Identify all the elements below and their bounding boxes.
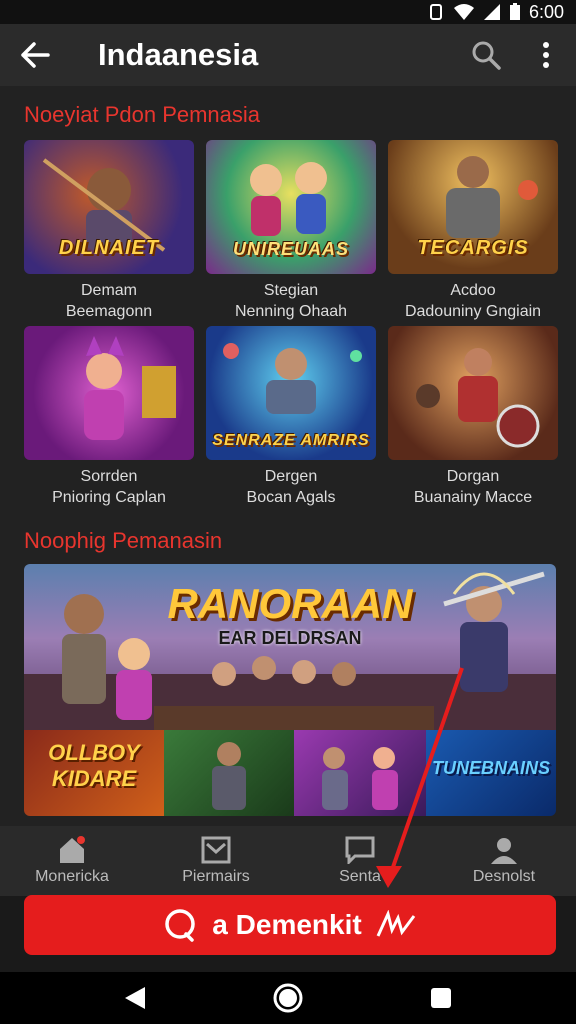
- game-card[interactable]: TECARGIS Acdoo Dadouniny Gngiain: [388, 140, 558, 322]
- game-title: Demam: [80, 282, 137, 299]
- app-bar: Indaanesia: [0, 24, 576, 86]
- game-title: Acdoo: [450, 282, 496, 299]
- system-navigation-bar: [0, 972, 576, 1024]
- chat-icon: [345, 836, 375, 864]
- game-subtitle: Dadouniny Gngiain: [404, 303, 542, 320]
- game-subtitle: Buanainy Macce: [413, 489, 533, 506]
- nav-label: Piermairs: [182, 868, 250, 885]
- signal-icon: [483, 4, 500, 20]
- banner-tile-warrior[interactable]: [164, 730, 294, 816]
- game-card[interactable]: UNIREUAAS Stegian Nenning Ohaah: [206, 140, 376, 322]
- status-time: 6:00: [528, 1, 564, 22]
- game-thumbnail: [388, 326, 558, 460]
- recents-square-icon[interactable]: [429, 986, 453, 1010]
- game-title: Sorrden: [80, 468, 138, 485]
- game-caption: Stegian Nenning Ohaah: [206, 280, 376, 322]
- more-vert-icon: [543, 42, 549, 68]
- game-logo: TECARGIS: [417, 237, 529, 259]
- game-caption: Acdoo Dadouniny Gngiain: [388, 280, 558, 322]
- game-thumbnail: DILNAIET: [24, 140, 194, 274]
- nav-item-profile[interactable]: Desnolst: [432, 826, 576, 896]
- nav-label: Monericka: [35, 868, 109, 885]
- game-title: Stegian: [263, 282, 319, 299]
- banner-tile-left-label: OLLBOY KIDARE: [48, 740, 140, 791]
- signature-icon: [376, 910, 415, 937]
- nav-item-home[interactable]: Monericka: [0, 826, 144, 896]
- home-circle-icon[interactable]: [272, 982, 304, 1014]
- arrow-left-icon: [21, 42, 50, 68]
- game-caption: Dergen Bocan Agals: [206, 466, 376, 508]
- game-card[interactable]: Sorrden Pnioring Caplan: [24, 326, 194, 508]
- game-thumbnail: SENRAZE AMRIRS: [206, 326, 376, 460]
- character-art: [84, 336, 176, 440]
- game-logo: UNIREUAAS: [232, 239, 349, 259]
- game-thumbnail: UNIREUAAS: [206, 140, 376, 274]
- page-title: Indaanesia: [98, 37, 259, 72]
- banner-tile-right-label: TUNEBNAINS: [431, 758, 550, 778]
- game-logo: SENRAZE AMRIRS: [212, 432, 370, 449]
- game-subtitle: Beemagonn: [65, 303, 153, 320]
- game-caption: Dorgan Buanainy Macce: [388, 466, 558, 508]
- heroes-art: [322, 747, 398, 810]
- character-art: [416, 348, 540, 448]
- back-button[interactable]: [0, 24, 70, 86]
- game-title: Dorgan: [446, 468, 500, 485]
- profile-icon: [491, 838, 517, 864]
- nav-label: Senta: [339, 868, 381, 885]
- nav-label: Desnolst: [472, 868, 536, 885]
- game-subtitle: Nenning Ohaah: [234, 303, 348, 320]
- section-title-popular: Noeyiat Pdon Pemnasia: [24, 102, 261, 127]
- game-subtitle: Pnioring Caplan: [52, 489, 166, 506]
- warrior-art: [212, 742, 246, 810]
- banner-tile-heroes[interactable]: [294, 730, 426, 816]
- game-card[interactable]: SENRAZE AMRIRS Dergen Bocan Agals: [206, 326, 376, 508]
- search-button[interactable]: [456, 24, 516, 86]
- more-options-button[interactable]: [516, 24, 576, 86]
- wifi-icon: [453, 4, 474, 20]
- inbox-icon: [201, 836, 231, 864]
- vibrate-icon: [429, 4, 442, 20]
- banner-subtitle: EAR DELDRSAN: [218, 628, 362, 648]
- banner-title: RANORAAN: [167, 580, 413, 627]
- primary-action-label: a Demenkit: [212, 909, 362, 940]
- featured-banner[interactable]: RANORAAN EAR DELDRSAN OLLBOY KIDARE TUNE…: [24, 564, 556, 816]
- game-card[interactable]: Dorgan Buanainy Macce: [388, 326, 558, 508]
- status-bar: 6:00: [0, 0, 576, 24]
- banner-tile-right[interactable]: TUNEBNAINS: [426, 730, 556, 816]
- battery-icon: [509, 3, 520, 20]
- game-subtitle: Bocan Agals: [246, 489, 336, 506]
- nav-item-chat[interactable]: Senta: [288, 826, 432, 896]
- game-logo: DILNAIET: [58, 237, 160, 259]
- game-caption: Demam Beemagonn: [24, 280, 194, 322]
- banner-artwork: RANORAAN EAR DELDRSAN: [24, 564, 556, 730]
- bottom-navigation: Monericka Piermairs Senta Desnolst: [0, 826, 576, 896]
- game-caption: Sorrden Pnioring Caplan: [24, 466, 194, 508]
- search-icon: [472, 41, 501, 70]
- search-circle-icon: [165, 909, 196, 942]
- primary-action-button[interactable]: a Demenkit: [24, 895, 556, 955]
- game-thumbnail: [24, 326, 194, 460]
- game-title: Dergen: [264, 468, 318, 485]
- main-content: Noeyiat Pdon Pemnasia DILNAIET Demam Beem…: [0, 86, 576, 826]
- nav-item-inbox[interactable]: Piermairs: [144, 826, 288, 896]
- home-icon: [60, 836, 85, 863]
- section-title-featured: Noophig Pemanasin: [24, 528, 223, 553]
- back-triangle-icon[interactable]: [123, 985, 147, 1011]
- game-card[interactable]: DILNAIET Demam Beemagonn: [24, 140, 194, 322]
- banner-tile-left[interactable]: OLLBOY KIDARE: [24, 730, 164, 816]
- game-thumbnail: TECARGIS: [388, 140, 558, 274]
